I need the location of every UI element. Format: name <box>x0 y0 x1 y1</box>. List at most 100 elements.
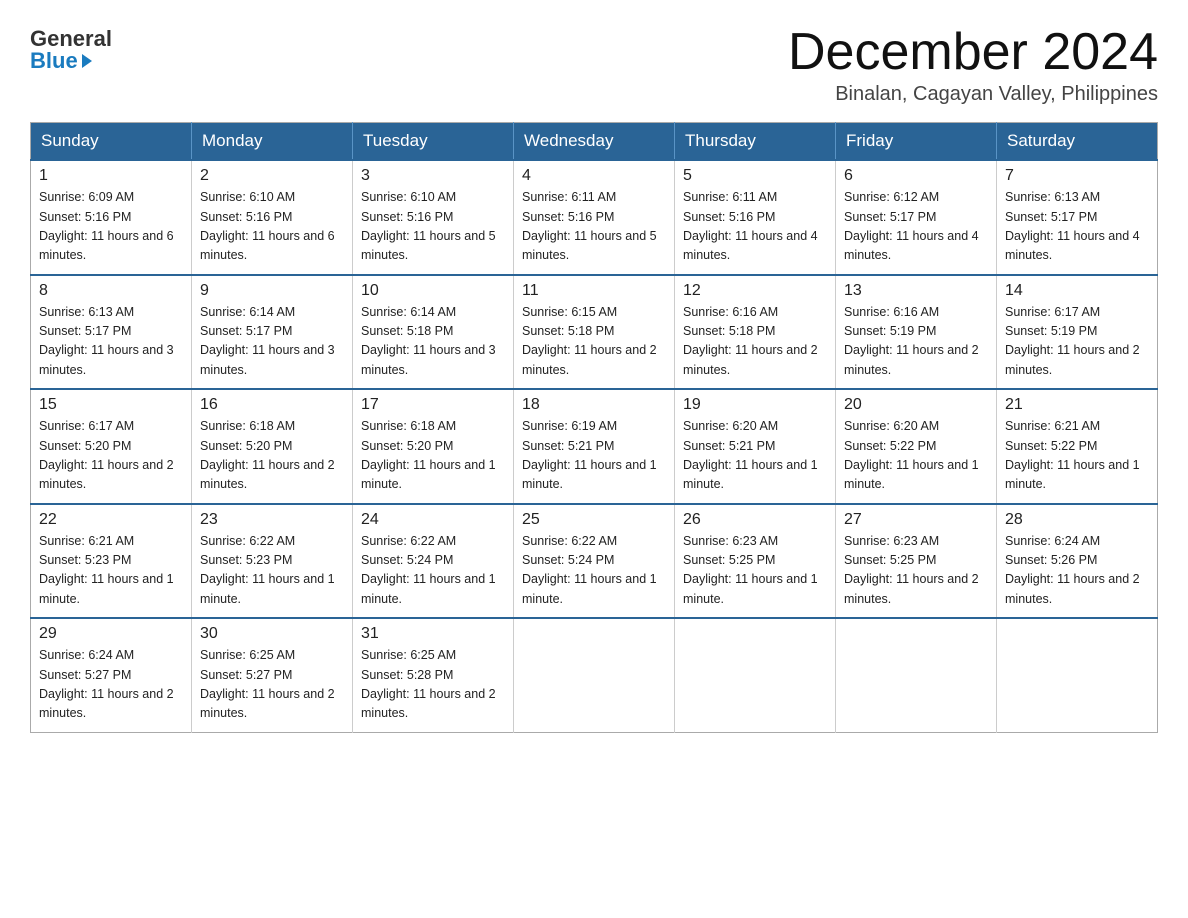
page-header: General Blue December 2024 Binalan, Caga… <box>30 24 1158 106</box>
day-info: Sunrise: 6:21 AMSunset: 5:23 PMDaylight:… <box>39 534 174 606</box>
calendar-cell: 27Sunrise: 6:23 AMSunset: 5:25 PMDayligh… <box>836 504 997 619</box>
day-info: Sunrise: 6:09 AMSunset: 5:16 PMDaylight:… <box>39 190 174 262</box>
day-number: 14 <box>1005 282 1149 300</box>
title-block: December 2024 Binalan, Cagayan Valley, P… <box>788 24 1158 106</box>
calendar-cell: 2Sunrise: 6:10 AMSunset: 5:16 PMDaylight… <box>192 160 353 275</box>
calendar-cell: 1Sunrise: 6:09 AMSunset: 5:16 PMDaylight… <box>31 160 192 275</box>
day-number: 27 <box>844 511 988 529</box>
day-number: 7 <box>1005 167 1149 185</box>
calendar-cell: 19 Sunrise: 6:20 AMSunset: 5:21 PMDayligh… <box>675 389 836 504</box>
day-number: 31 <box>361 625 505 643</box>
calendar-cell: 28Sunrise: 6:24 AMSunset: 5:26 PMDayligh… <box>997 504 1158 619</box>
day-number: 28 <box>1005 511 1149 529</box>
calendar-cell: 22 Sunrise: 6:21 AMSunset: 5:23 PMDayligh… <box>31 504 192 619</box>
calendar-week-row: 15Sunrise: 6:17 AMSunset: 5:20 PMDayligh… <box>31 389 1158 504</box>
day-info: Sunrise: 6:10 AMSunset: 5:16 PMDaylight:… <box>361 190 496 262</box>
day-info: Sunrise: 6:16 AMSunset: 5:19 PMDaylight:… <box>844 305 979 377</box>
calendar-cell: 3 Sunrise: 6:10 AMSunset: 5:16 PMDaylight… <box>353 160 514 275</box>
calendar-cell <box>836 618 997 732</box>
calendar-cell: 8Sunrise: 6:13 AMSunset: 5:17 PMDaylight… <box>31 275 192 390</box>
calendar-week-row: 1Sunrise: 6:09 AMSunset: 5:16 PMDaylight… <box>31 160 1158 275</box>
logo-general-text: General <box>30 28 112 50</box>
day-info: Sunrise: 6:23 AMSunset: 5:25 PMDaylight:… <box>683 534 818 606</box>
day-number: 19 <box>683 396 827 414</box>
day-info: Sunrise: 6:21 AMSunset: 5:22 PMDaylight:… <box>1005 419 1140 491</box>
day-number: 29 <box>39 625 183 643</box>
day-info: Sunrise: 6:17 AMSunset: 5:19 PMDaylight:… <box>1005 305 1140 377</box>
col-tuesday: Tuesday <box>353 123 514 161</box>
day-info: Sunrise: 6:18 AMSunset: 5:20 PMDaylight:… <box>200 419 335 491</box>
day-info: Sunrise: 6:22 AMSunset: 5:24 PMDaylight:… <box>361 534 496 606</box>
day-info: Sunrise: 6:14 AMSunset: 5:18 PMDaylight:… <box>361 305 496 377</box>
day-info: Sunrise: 6:16 AMSunset: 5:18 PMDaylight:… <box>683 305 818 377</box>
calendar-cell: 20 Sunrise: 6:20 AMSunset: 5:22 PMDayligh… <box>836 389 997 504</box>
calendar-cell: 15Sunrise: 6:17 AMSunset: 5:20 PMDayligh… <box>31 389 192 504</box>
day-number: 11 <box>522 282 666 300</box>
day-info: Sunrise: 6:11 AMSunset: 5:16 PMDaylight:… <box>522 190 657 262</box>
calendar-cell: 26 Sunrise: 6:23 AMSunset: 5:25 PMDayligh… <box>675 504 836 619</box>
day-number: 5 <box>683 167 827 185</box>
calendar-week-row: 8Sunrise: 6:13 AMSunset: 5:17 PMDaylight… <box>31 275 1158 390</box>
calendar-cell: 17Sunrise: 6:18 AMSunset: 5:20 PMDayligh… <box>353 389 514 504</box>
month-title: December 2024 <box>788 24 1158 81</box>
calendar-cell: 9Sunrise: 6:14 AMSunset: 5:17 PMDaylight… <box>192 275 353 390</box>
calendar-cell: 14 Sunrise: 6:17 AMSunset: 5:19 PMDayligh… <box>997 275 1158 390</box>
day-number: 8 <box>39 282 183 300</box>
day-info: Sunrise: 6:22 AMSunset: 5:24 PMDaylight:… <box>522 534 657 606</box>
logo: General Blue <box>30 28 112 72</box>
calendar-cell: 31Sunrise: 6:25 AMSunset: 5:28 PMDayligh… <box>353 618 514 732</box>
calendar-cell: 25 Sunrise: 6:22 AMSunset: 5:24 PMDayligh… <box>514 504 675 619</box>
calendar-cell <box>514 618 675 732</box>
day-number: 23 <box>200 511 344 529</box>
calendar-cell: 21 Sunrise: 6:21 AMSunset: 5:22 PMDayligh… <box>997 389 1158 504</box>
day-number: 6 <box>844 167 988 185</box>
day-number: 17 <box>361 396 505 414</box>
day-number: 30 <box>200 625 344 643</box>
day-info: Sunrise: 6:11 AMSunset: 5:16 PMDaylight:… <box>683 190 818 262</box>
day-info: Sunrise: 6:25 AMSunset: 5:27 PMDaylight:… <box>200 648 335 720</box>
logo-triangle-icon <box>82 54 92 68</box>
day-info: Sunrise: 6:22 AMSunset: 5:23 PMDaylight:… <box>200 534 335 606</box>
day-number: 22 <box>39 511 183 529</box>
col-thursday: Thursday <box>675 123 836 161</box>
day-number: 20 <box>844 396 988 414</box>
day-info: Sunrise: 6:20 AMSunset: 5:21 PMDaylight:… <box>683 419 818 491</box>
calendar-cell: 24 Sunrise: 6:22 AMSunset: 5:24 PMDayligh… <box>353 504 514 619</box>
day-number: 26 <box>683 511 827 529</box>
calendar-cell: 6Sunrise: 6:12 AMSunset: 5:17 PMDaylight… <box>836 160 997 275</box>
calendar-cell: 12 Sunrise: 6:16 AMSunset: 5:18 PMDayligh… <box>675 275 836 390</box>
day-number: 18 <box>522 396 666 414</box>
calendar-cell: 5 Sunrise: 6:11 AMSunset: 5:16 PMDaylight… <box>675 160 836 275</box>
calendar-cell: 10Sunrise: 6:14 AMSunset: 5:18 PMDayligh… <box>353 275 514 390</box>
col-monday: Monday <box>192 123 353 161</box>
day-number: 12 <box>683 282 827 300</box>
calendar-cell: 11 Sunrise: 6:15 AMSunset: 5:18 PMDayligh… <box>514 275 675 390</box>
day-number: 9 <box>200 282 344 300</box>
day-number: 21 <box>1005 396 1149 414</box>
calendar-header-row: Sunday Monday Tuesday Wednesday Thursday… <box>31 123 1158 161</box>
calendar-cell <box>675 618 836 732</box>
day-info: Sunrise: 6:20 AMSunset: 5:22 PMDaylight:… <box>844 419 979 491</box>
location-text: Binalan, Cagayan Valley, Philippines <box>788 83 1158 106</box>
day-number: 25 <box>522 511 666 529</box>
logo-blue-text: Blue <box>30 50 92 72</box>
col-wednesday: Wednesday <box>514 123 675 161</box>
calendar-cell: 13Sunrise: 6:16 AMSunset: 5:19 PMDayligh… <box>836 275 997 390</box>
day-number: 4 <box>522 167 666 185</box>
calendar-cell <box>997 618 1158 732</box>
calendar-cell: 18 Sunrise: 6:19 AMSunset: 5:21 PMDayligh… <box>514 389 675 504</box>
calendar-cell: 30 Sunrise: 6:25 AMSunset: 5:27 PMDayligh… <box>192 618 353 732</box>
calendar-cell: 7Sunrise: 6:13 AMSunset: 5:17 PMDaylight… <box>997 160 1158 275</box>
calendar-week-row: 22 Sunrise: 6:21 AMSunset: 5:23 PMDayligh… <box>31 504 1158 619</box>
calendar-table: Sunday Monday Tuesday Wednesday Thursday… <box>30 122 1158 733</box>
calendar-week-row: 29Sunrise: 6:24 AMSunset: 5:27 PMDayligh… <box>31 618 1158 732</box>
day-number: 15 <box>39 396 183 414</box>
day-number: 24 <box>361 511 505 529</box>
day-number: 3 <box>361 167 505 185</box>
calendar-cell: 29Sunrise: 6:24 AMSunset: 5:27 PMDayligh… <box>31 618 192 732</box>
day-number: 16 <box>200 396 344 414</box>
day-info: Sunrise: 6:19 AMSunset: 5:21 PMDaylight:… <box>522 419 657 491</box>
col-friday: Friday <box>836 123 997 161</box>
day-info: Sunrise: 6:15 AMSunset: 5:18 PMDaylight:… <box>522 305 657 377</box>
day-number: 2 <box>200 167 344 185</box>
